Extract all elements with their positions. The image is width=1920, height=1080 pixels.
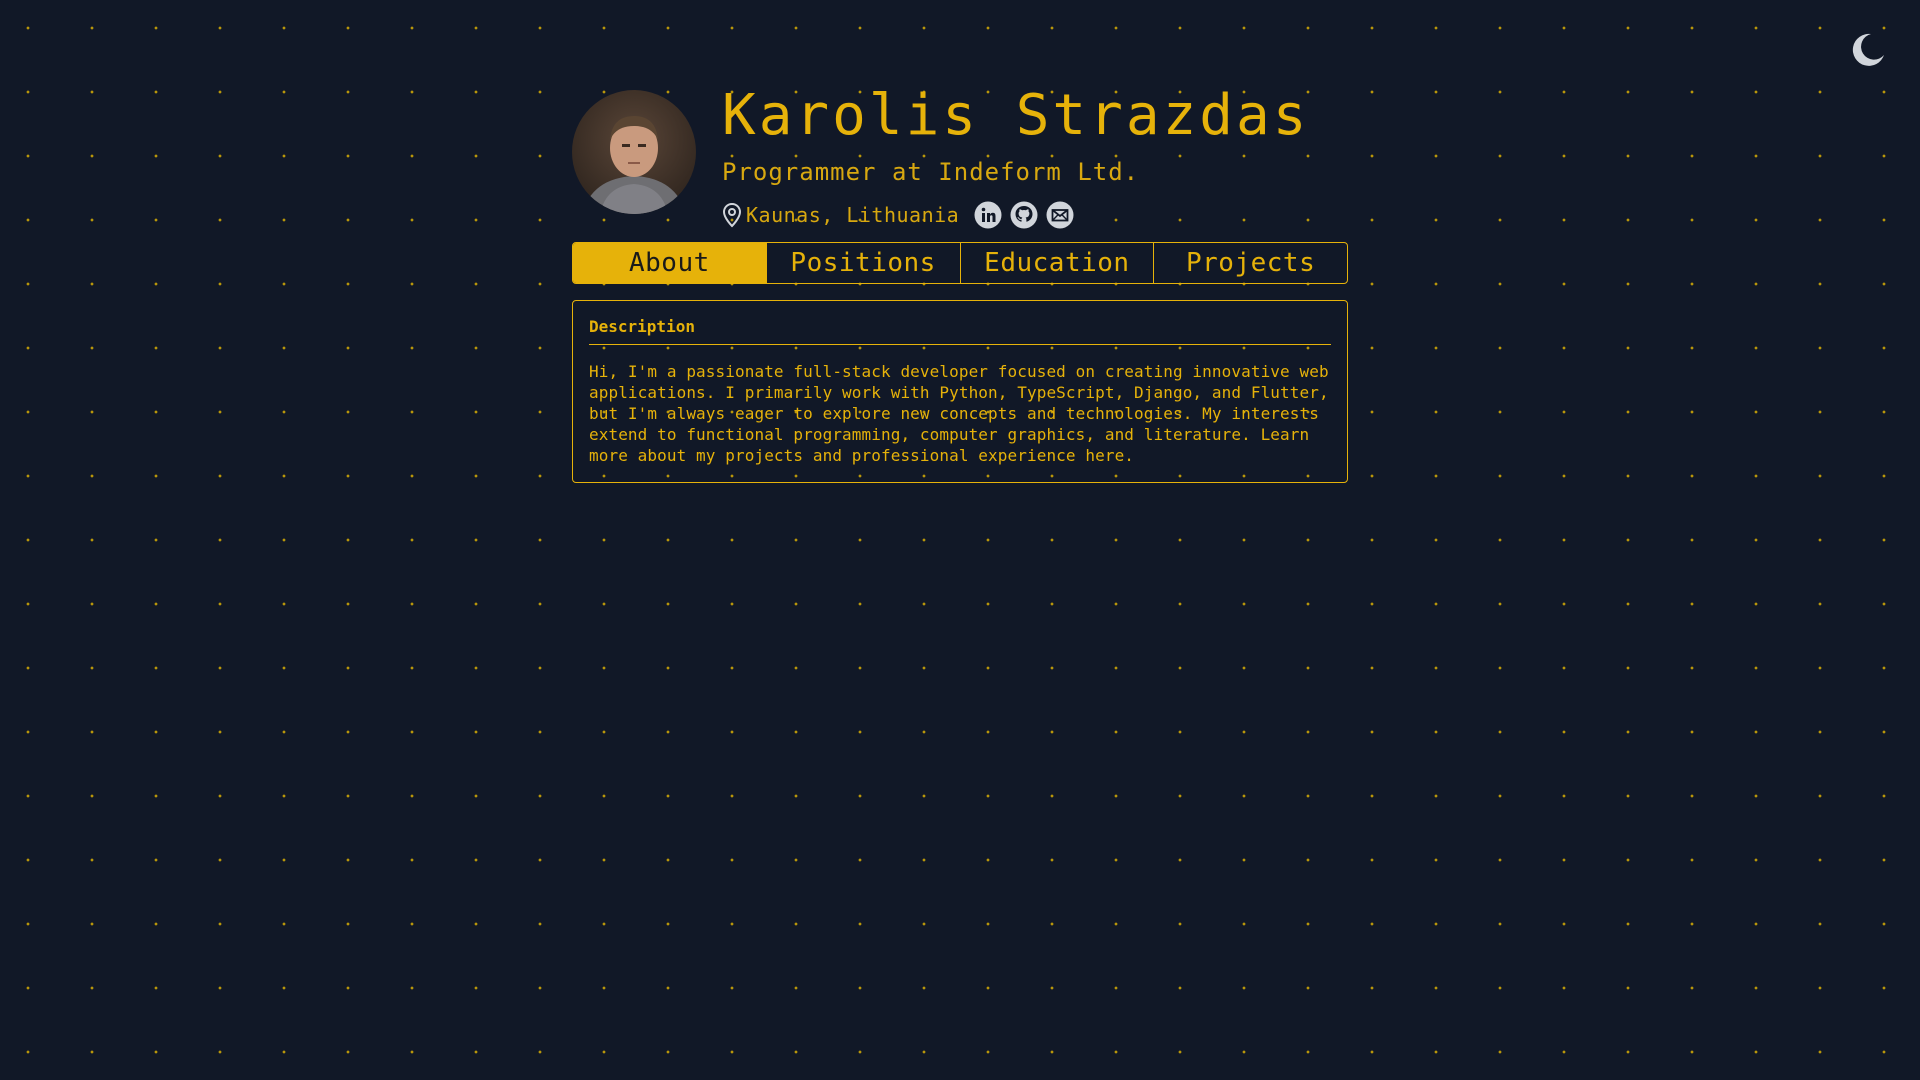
github-icon <box>1010 201 1038 229</box>
tab-about[interactable]: About <box>573 243 766 283</box>
description-card: Description Hi, I'm a passionate full-st… <box>572 300 1348 483</box>
moon-icon <box>1852 33 1884 66</box>
linkedin-link[interactable] <box>973 200 1003 230</box>
avatar <box>572 90 696 214</box>
profile-info: Karolis Strazdas Programmer at Indeform … <box>722 88 1309 230</box>
profile-name: Karolis Strazdas <box>722 83 1310 148</box>
tab-projects[interactable]: Projects <box>1153 243 1347 283</box>
github-link[interactable] <box>1009 200 1039 230</box>
theme-toggle-button[interactable] <box>1848 30 1888 70</box>
section-tabs: About Positions Education Projects <box>572 242 1348 284</box>
profile-location: Kaunas, Lithuania <box>746 203 960 227</box>
profile-meta: Kaunas, Lithuania <box>722 200 1309 230</box>
tab-positions[interactable]: Positions <box>765 243 960 283</box>
profile-container: Karolis Strazdas Programmer at Indeform … <box>572 88 1348 483</box>
linkedin-icon <box>974 201 1002 229</box>
email-link[interactable] <box>1045 200 1075 230</box>
card-title: Description <box>589 317 1331 345</box>
location-pin-icon <box>722 202 742 228</box>
card-body: Hi, I'm a passionate full-stack develope… <box>589 362 1329 465</box>
avatar-image <box>572 90 696 214</box>
profile-title: Programmer at Indeform Ltd. <box>722 158 1140 186</box>
tab-education[interactable]: Education <box>959 243 1154 283</box>
profile-header: Karolis Strazdas Programmer at Indeform … <box>572 88 1348 238</box>
email-icon <box>1046 201 1074 229</box>
